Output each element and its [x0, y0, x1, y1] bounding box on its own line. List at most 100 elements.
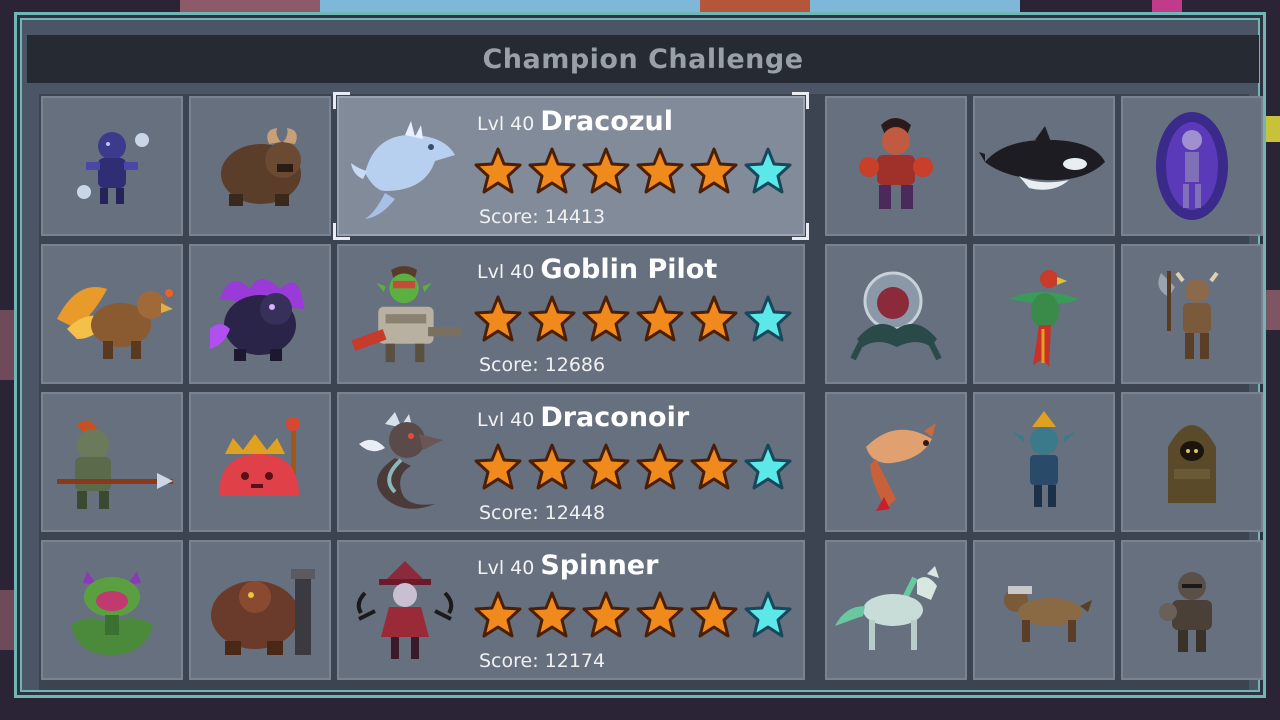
- champion-portrait: [345, 254, 465, 378]
- star-filled-icon: [582, 295, 630, 342]
- monster-tile[interactable]: [825, 96, 967, 236]
- star-bonus-icon: [744, 443, 792, 490]
- champion-level: Lvl 40: [477, 557, 535, 579]
- champion-entry[interactable]: Lvl 40 Dracozul Score: 14413: [333, 92, 809, 240]
- goblin-mage-monster-icon: [1012, 411, 1076, 507]
- star-bonus-icon: [744, 591, 792, 638]
- horned-beast-monster-icon: [221, 128, 301, 206]
- champion-name: Draconoir: [540, 402, 690, 433]
- background-sign: [1264, 116, 1280, 142]
- monster-grid: Lvl 40 Dracozul Score: 14413 Lvl 40 Gobl…: [39, 92, 1263, 690]
- dark-dragon-portrait-icon: [359, 412, 443, 509]
- title-bar: Champion Challenge: [27, 35, 1259, 83]
- champion-level: Lvl 40: [477, 113, 535, 135]
- monster-tile[interactable]: [41, 392, 183, 532]
- shadow-mage-monster-icon: [77, 132, 149, 204]
- champion-name: Goblin Pilot: [540, 254, 718, 285]
- monster-tile[interactable]: [189, 540, 331, 680]
- monster-tile[interactable]: [41, 540, 183, 680]
- fox-spirit-monster-icon: [866, 423, 936, 511]
- champion-entry[interactable]: Lvl 40 Draconoir Score: 12448: [337, 392, 805, 532]
- monster-tile[interactable]: [973, 392, 1115, 532]
- star-filled-icon: [474, 591, 522, 638]
- spinner-portrait-icon: [356, 561, 454, 659]
- star-filled-icon: [474, 295, 522, 342]
- purple-flame-beast-monster-icon: [210, 279, 304, 361]
- fire-brawler-monster-icon: [859, 118, 933, 209]
- champion-level: Lvl 40: [477, 409, 535, 431]
- monster-tile[interactable]: [1121, 540, 1263, 680]
- goblin-pilot-portrait-icon: [351, 266, 462, 363]
- star-filled-icon: [690, 295, 738, 342]
- star-filled-icon: [474, 443, 522, 490]
- star-filled-icon: [528, 443, 576, 490]
- carnivorous-plant-monster-icon: [71, 571, 153, 655]
- ice-dragon-portrait-icon: [351, 121, 455, 219]
- champion-entry[interactable]: Lvl 40 Spinner Score: 12174: [337, 540, 805, 680]
- cannon-golem-monster-icon: [211, 569, 315, 655]
- star-filled-icon: [582, 443, 630, 490]
- champion-name: Spinner: [540, 550, 659, 581]
- star-filled-icon: [528, 591, 576, 638]
- flame-griffin-monster-icon: [57, 287, 173, 359]
- star-filled-icon: [582, 147, 630, 194]
- monster-tile[interactable]: [973, 244, 1115, 384]
- monster-tile[interactable]: [973, 96, 1115, 236]
- monster-tile[interactable]: [189, 244, 331, 384]
- hound-monster-icon: [1004, 586, 1092, 642]
- star-filled-icon: [528, 147, 576, 194]
- orca-monster-icon: [979, 126, 1105, 190]
- champion-score: Score: 12174: [479, 650, 606, 672]
- monster-tile[interactable]: [1121, 244, 1263, 384]
- background-wall: [180, 0, 320, 12]
- minotaur-axe-monster-icon: [1158, 271, 1219, 359]
- selection-corner: [792, 223, 809, 240]
- champion-level: Lvl 40: [477, 261, 535, 283]
- star-bonus-icon: [744, 295, 792, 342]
- monster-tile[interactable]: [1121, 392, 1263, 532]
- star-filled-icon: [690, 147, 738, 194]
- fish-spearman-monster-icon: [57, 420, 173, 509]
- star-rating: [473, 590, 793, 640]
- hooded-monk-monster-icon: [1168, 425, 1216, 503]
- champion-portrait: [345, 550, 465, 674]
- spectral-horse-monster-icon: [835, 566, 939, 650]
- monster-tile[interactable]: [189, 392, 331, 532]
- background-banner: [1152, 0, 1182, 12]
- star-filled-icon: [636, 295, 684, 342]
- champion-score: Score: 12448: [479, 502, 606, 524]
- king-slime-monster-icon: [219, 417, 300, 496]
- star-filled-icon: [690, 443, 738, 490]
- star-filled-icon: [636, 591, 684, 638]
- star-filled-icon: [528, 295, 576, 342]
- monster-tile[interactable]: [825, 540, 967, 680]
- star-filled-icon: [582, 591, 630, 638]
- champion-score: Score: 12686: [479, 354, 606, 376]
- selection-corner: [792, 92, 809, 109]
- monster-tile[interactable]: [41, 244, 183, 384]
- monster-tile[interactable]: [825, 392, 967, 532]
- champion-portrait: [345, 106, 465, 230]
- star-rating: [473, 294, 793, 344]
- monster-tile[interactable]: [189, 96, 331, 236]
- champion-name: Dracozul: [540, 106, 674, 137]
- champion-entry[interactable]: Lvl 40 Goblin Pilot Score: 12686: [337, 244, 805, 384]
- monster-tile[interactable]: [825, 244, 967, 384]
- star-filled-icon: [690, 591, 738, 638]
- monster-tile[interactable]: [973, 540, 1115, 680]
- champion-challenge-panel: Champion Challenge Lvl 40 Dracozul Score…: [14, 12, 1266, 698]
- champion-score: Score: 14413: [479, 206, 606, 228]
- star-filled-icon: [474, 147, 522, 194]
- star-rating: [473, 442, 793, 492]
- void-skeleton-monster-icon: [1156, 112, 1228, 220]
- star-rating: [473, 146, 793, 196]
- monster-tile[interactable]: [41, 96, 183, 236]
- star-bonus-icon: [744, 147, 792, 194]
- parrot-monster-icon: [1009, 270, 1079, 367]
- monster-tile[interactable]: [1121, 96, 1263, 236]
- champion-portrait: [345, 402, 465, 526]
- panel-title: Champion Challenge: [482, 43, 804, 75]
- armored-knight-monster-icon: [1159, 572, 1212, 652]
- star-filled-icon: [636, 443, 684, 490]
- brain-jelly-monster-icon: [850, 271, 942, 361]
